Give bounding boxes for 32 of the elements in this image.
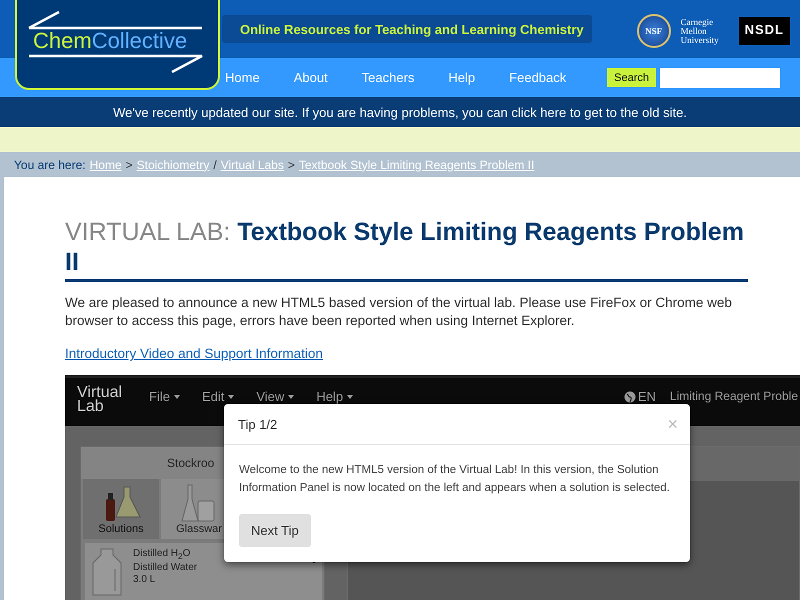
breadcrumb-separator: >: [126, 158, 133, 172]
nav-link[interactable]: Teachers: [362, 70, 414, 85]
notice-text[interactable]: We've recently updated our site. If you are having problems, you can click here to get to the old site.: [0, 97, 800, 127]
university-logo: Carnegie Mellon University: [680, 18, 720, 44]
menu-item[interactable]: File: [149, 389, 180, 404]
nav-link[interactable]: About: [294, 70, 328, 85]
next-tip-button[interactable]: Next Tip: [239, 514, 311, 547]
globe-icon: [624, 390, 636, 402]
logo-text: Chem: [33, 28, 92, 53]
problem-title: Limiting Reagent Proble: [670, 389, 798, 403]
page-title: VIRTUAL LAB: Textbook Style Limiting Reagents Problem II: [65, 217, 748, 282]
breadcrumb-separator: /: [213, 158, 217, 172]
solution-formula: Distilled H$_{2}$O: [133, 548, 192, 562]
search-field[interactable]: [660, 68, 780, 88]
search-button[interactable]: Search: [607, 68, 656, 87]
language-selector[interactable]: EN: [624, 389, 656, 404]
library-logo: NSDL: [738, 17, 790, 45]
dialog-title: Tip 1/2: [238, 416, 278, 432]
intro-text: We are pleased to announce a new HTML5 based version of the virtual lab. Please use FireFox or Chrome web browser to access this page, errors have been reported when using Internet Explorer.: [65, 294, 733, 330]
breadcrumb-label: You are here:: [14, 158, 86, 172]
tagline: Online Resources for Teaching and Learning Chemistry: [222, 15, 592, 43]
solution-volume: 3.0 L: [133, 574, 156, 586]
nav-link[interactable]: Home: [225, 70, 260, 85]
breadcrumb-separator: >: [288, 158, 295, 172]
support-link[interactable]: Introductory Video and Support Information: [65, 346, 323, 361]
lab-brand: Virtual Lab: [77, 386, 124, 414]
solution-name: Distilled Water: [133, 562, 198, 574]
nav-link[interactable]: Help: [448, 70, 476, 85]
logo-text: Collective: [92, 28, 188, 53]
nav-link[interactable]: Feedback: [509, 70, 566, 85]
shelf-tab[interactable]: Solutions: [83, 479, 159, 539]
seal-logo: NSF: [636, 14, 671, 48]
